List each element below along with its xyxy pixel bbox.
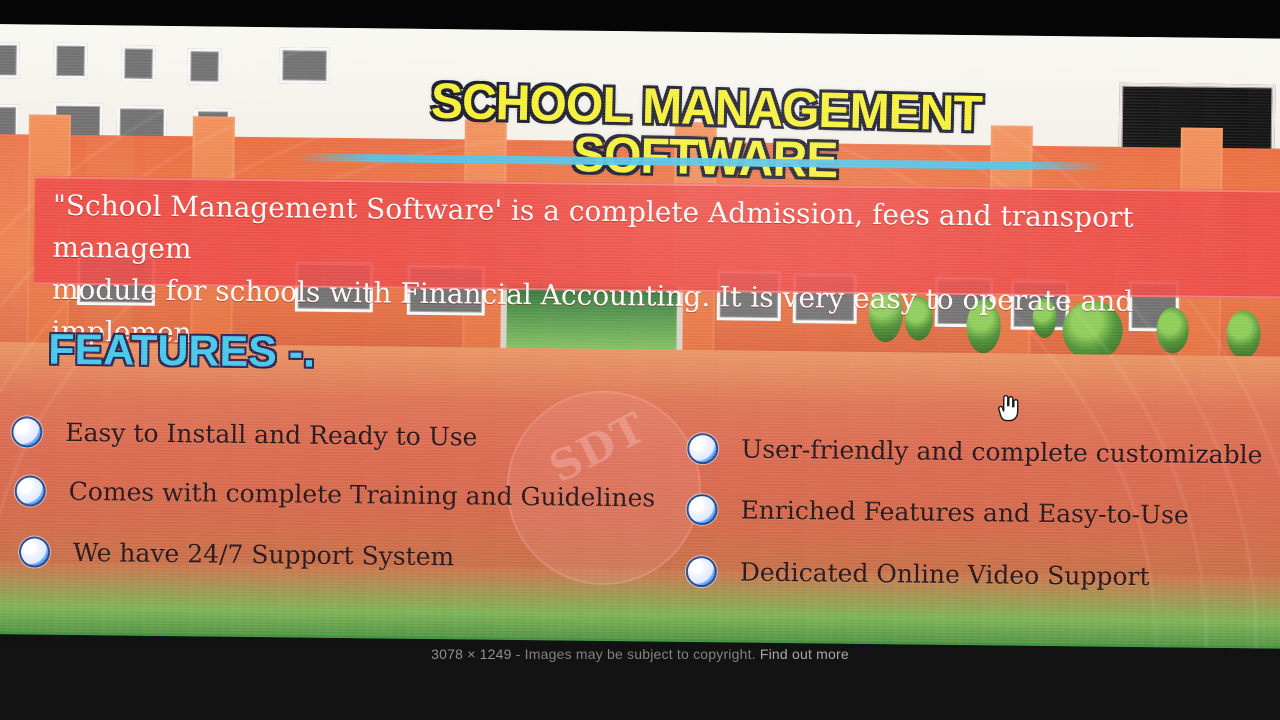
radio-circle-icon — [687, 432, 719, 465]
radio-circle-icon — [686, 493, 718, 526]
feature-label: Dedicated Online Video Support — [739, 557, 1150, 592]
school-management-banner: SDT SCHOOL MANAGEMENT SOFTWARE "School M… — [0, 24, 1280, 649]
feature-label: We have 24/7 Support System — [72, 537, 455, 572]
radio-circle-icon — [18, 536, 51, 568]
feature-label: User-friendly and complete customizable — [741, 434, 1263, 470]
feature-item: Enriched Features and Easy-to-Use — [686, 493, 1189, 531]
find-out-more-link[interactable]: Find out more — [760, 646, 849, 662]
feature-list: Easy to Install and Ready to Use Comes w… — [0, 24, 1280, 649]
feature-label: Comes with complete Training and Guideli… — [68, 476, 656, 513]
image-dimensions: 3078 × 1249 — [431, 646, 512, 662]
feature-item: Dedicated Online Video Support — [685, 555, 1150, 592]
footer-separator: - — [511, 646, 525, 662]
feature-label: Easy to Install and Ready to Use — [65, 417, 478, 452]
image-footer: 3078 × 1249 - Images may be subject to c… — [0, 646, 1280, 662]
radio-circle-icon — [14, 475, 46, 507]
feature-item: Comes with complete Training and Guideli… — [14, 475, 656, 513]
copyright-note: Images may be subject to copyright. — [524, 646, 756, 662]
feature-item: Easy to Install and Ready to Use — [11, 416, 478, 452]
screen: SDT SCHOOL MANAGEMENT SOFTWARE "School M… — [0, 0, 1280, 720]
feature-item: We have 24/7 Support System — [18, 536, 455, 572]
radio-circle-icon — [11, 416, 43, 448]
feature-label: Enriched Features and Easy-to-Use — [740, 495, 1189, 530]
radio-circle-icon — [685, 555, 718, 588]
feature-item: User-friendly and complete customizable — [687, 432, 1263, 471]
